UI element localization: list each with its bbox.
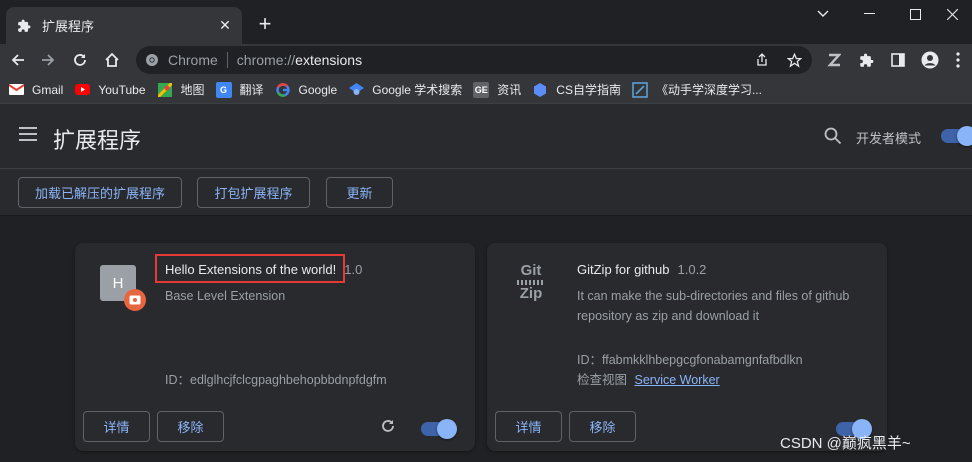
news-icon: GE — [473, 81, 490, 98]
minimize-icon[interactable] — [846, 0, 892, 28]
menu-hamburger-icon[interactable] — [19, 127, 37, 145]
red-highlight-box — [155, 254, 345, 283]
bookmark-google[interactable]: Google — [275, 78, 345, 102]
extension-enable-toggle[interactable] — [421, 419, 457, 439]
puzzle-icon — [16, 18, 32, 34]
extension-description: Base Level Extension — [165, 289, 286, 303]
details-button[interactable]: 详情 — [83, 411, 150, 442]
bookmarks-bar: Gmail YouTube 地图 G 翻译 Google Google 学术搜索… — [0, 76, 972, 104]
remove-button[interactable]: 移除 — [157, 411, 224, 442]
home-icon[interactable] — [98, 46, 126, 74]
dev-mode-label: 开发者模式 — [856, 131, 922, 146]
inspect-views-label: 检查视图 — [577, 373, 628, 387]
reload-icon[interactable] — [66, 46, 94, 74]
extensions-header: 扩展程序 开发者模式 — [0, 104, 972, 168]
tab-search-chevron-icon[interactable] — [800, 0, 846, 28]
extension-name: GitZip for github 1.0.2 — [577, 262, 707, 277]
youtube-icon — [74, 82, 90, 98]
bookmark-maps[interactable]: 地图 — [157, 78, 212, 102]
extensions-puzzle-icon[interactable] — [852, 46, 880, 74]
address-bar[interactable]: Chrome chrome://extensions — [136, 46, 812, 74]
window-close-icon[interactable] — [932, 0, 972, 28]
reload-extension-icon[interactable] — [380, 418, 398, 436]
share-icon[interactable] — [752, 50, 772, 70]
back-arrow-icon[interactable] — [4, 46, 32, 74]
side-panel-icon[interactable] — [884, 46, 912, 74]
cs-guide-icon — [532, 82, 548, 98]
bookmark-cs-guide[interactable]: CS自学指南 — [532, 78, 628, 102]
extension-description: It can make the sub-directories and file… — [577, 289, 850, 323]
profile-avatar-icon[interactable] — [916, 46, 944, 74]
dev-mode-toggle[interactable] — [941, 126, 972, 146]
extension-id: ID：ffabmkklhbepgcgfonabamgnfafbdlkn — [577, 353, 803, 367]
translate-icon: G — [215, 81, 232, 98]
chrome-logo-icon[interactable] — [144, 52, 160, 68]
bookmark-news[interactable]: GE 资讯 — [473, 78, 528, 102]
d2l-icon — [632, 81, 648, 98]
google-icon — [275, 82, 291, 98]
page-title: 扩展程序 — [53, 128, 142, 153]
extension-version: 1.0.2 — [677, 262, 707, 277]
bookmark-youtube[interactable]: YouTube — [74, 78, 152, 102]
url-text[interactable]: chrome://extensions — [237, 52, 362, 68]
bookmark-d2l[interactable]: 《动手学深度学习... — [632, 78, 769, 102]
scholar-icon — [348, 82, 364, 98]
remove-button[interactable]: 移除 — [569, 411, 636, 442]
extension-letter-icon: H — [100, 265, 146, 311]
omnibox-divider — [226, 52, 228, 68]
bookmark-star-icon[interactable] — [784, 50, 804, 70]
tab-extensions[interactable]: 扩展程序 ✕ — [6, 7, 242, 44]
extension-id: ID：edlglhcjfclcgpaghbehopbbdnpfdgfm — [165, 373, 387, 387]
details-button[interactable]: 详情 — [495, 411, 562, 442]
load-unpacked-button[interactable]: 加载已解压的扩展程序 — [18, 177, 182, 208]
tab-strip: 扩展程序 ✕ + — [0, 0, 972, 44]
update-button[interactable]: 更新 — [326, 177, 393, 208]
unpacked-badge-icon — [124, 289, 146, 311]
more-menu-icon[interactable] — [944, 46, 972, 74]
site-chip-label: Chrome — [168, 52, 218, 68]
inspect-views: 检查视图 Service Worker — [577, 369, 720, 388]
extension-card-gitzip: Git Zip GitZip for github 1.0.2 It can ma… — [487, 243, 887, 451]
bookmark-translate[interactable]: G 翻译 — [215, 78, 271, 102]
forward-arrow-icon[interactable] — [34, 46, 62, 74]
bookmark-scholar[interactable]: Google 学术搜索 — [348, 78, 469, 102]
extension-card-hello: H Hello Extensions of the world! 1.0 Base… — [75, 243, 475, 451]
z-extension-icon[interactable] — [820, 46, 848, 74]
tab-title: 扩展程序 — [42, 19, 95, 34]
csdn-watermark: CSDN @巅疯黑羊~ — [780, 435, 911, 452]
maps-icon — [157, 82, 173, 98]
search-icon[interactable] — [824, 127, 844, 147]
extensions-action-bar: 加载已解压的扩展程序 打包扩展程序 更新 — [0, 168, 972, 216]
gitzip-logo-icon: Git Zip — [511, 263, 551, 305]
new-tab-button[interactable]: + — [252, 11, 278, 37]
tab-close-icon[interactable]: ✕ — [214, 15, 236, 37]
toggle-knob — [437, 419, 457, 439]
toggle-knob — [957, 126, 972, 146]
bookmark-gmail[interactable]: Gmail — [8, 78, 70, 102]
pack-extension-button[interactable]: 打包扩展程序 — [197, 177, 310, 208]
gmail-icon — [8, 82, 24, 98]
service-worker-link[interactable]: Service Worker — [635, 373, 720, 387]
browser-toolbar: Chrome chrome://extensions — [0, 44, 972, 76]
extension-version: 1.0 — [344, 262, 363, 277]
